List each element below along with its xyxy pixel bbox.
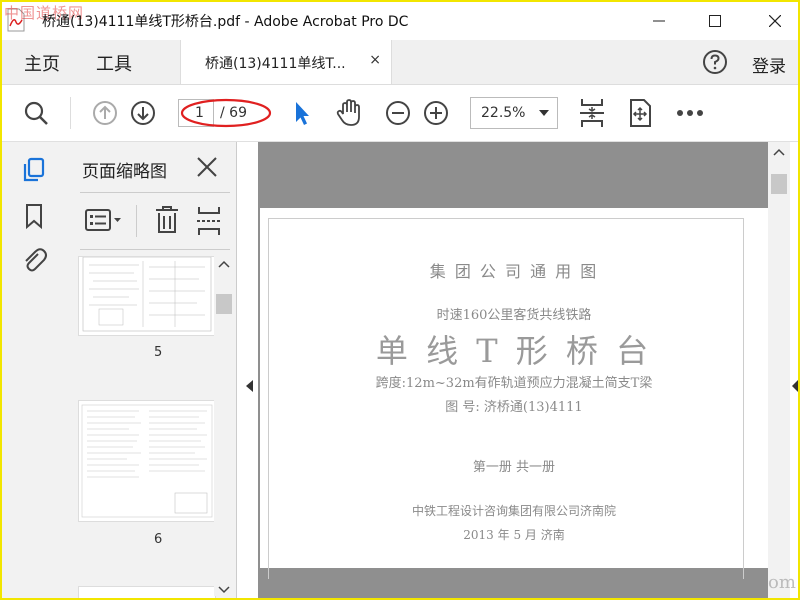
page-thumbnail[interactable] [78, 400, 216, 522]
full-screen-icon [630, 99, 651, 127]
chevron-down-icon [539, 110, 549, 116]
app-window: 中国道桥网 桥通(13)4111单线T形桥台.pdf - Adobe Acrob… [0, 0, 800, 600]
previous-page-button[interactable] [89, 97, 121, 129]
page-down-icon [131, 101, 155, 125]
close-icon [769, 15, 781, 27]
options-icon[interactable] [84, 207, 124, 235]
zoom-out-icon [386, 101, 410, 125]
help-icon[interactable] [702, 49, 728, 75]
thumbnail-page-number: 6 [154, 532, 163, 547]
thumbnail-page-number: 5 [154, 345, 163, 360]
toolbar-separator [70, 97, 71, 129]
extract-icon[interactable] [196, 205, 222, 237]
zoom-select[interactable]: 22.5% [470, 97, 558, 129]
document-scrollbar[interactable] [768, 142, 790, 598]
more-tools-button[interactable] [674, 97, 706, 129]
doc-span-text: 跨度:12m~32m有砟轨道预应力混凝土简支T梁 [375, 376, 653, 391]
doc-drawing-number: 图 号: 济桥通(13)4111 [445, 400, 583, 415]
scrollbar-thumb[interactable] [771, 174, 787, 194]
maximize-icon [709, 15, 721, 27]
thumbnails-scrollbar[interactable] [214, 256, 234, 596]
collapse-panel-icon[interactable] [246, 380, 253, 392]
zoom-in-icon [424, 101, 448, 125]
page-up-icon [93, 101, 117, 125]
login-link[interactable]: 登录 [752, 52, 786, 77]
close-window-button[interactable] [752, 2, 798, 40]
window-title: 桥通(13)4111单线T形桥台.pdf - Adobe Acrobat Pro… [42, 14, 409, 30]
zoom-in-button[interactable] [420, 97, 452, 129]
home-tab[interactable]: 主页 [24, 50, 60, 76]
thumbnails-panel: 页面缩略图 5 6 [64, 142, 237, 598]
title-bar: 中国道桥网 桥通(13)4111单线T形桥台.pdf - Adobe Acrob… [2, 2, 798, 40]
watermark-text: om [768, 572, 796, 593]
bookmark-icon[interactable] [20, 202, 48, 230]
search-button[interactable] [20, 97, 52, 129]
close-icon[interactable] [194, 154, 220, 180]
expand-right-panel-icon[interactable] [792, 380, 798, 392]
maximize-button[interactable] [692, 2, 738, 40]
thumbnail-preview [81, 404, 213, 518]
delete-icon[interactable] [154, 205, 180, 235]
attachment-icon[interactable] [20, 246, 48, 274]
doc-title: 单 线 T 形 桥 台 [375, 332, 653, 370]
zoom-value: 22.5% [481, 105, 526, 121]
thumbnails-icon[interactable] [20, 156, 48, 184]
full-screen-button[interactable] [624, 97, 656, 129]
more-icon [677, 110, 703, 116]
page-thumbnail[interactable] [78, 256, 216, 336]
document-tab-label: 桥通(13)4111单线T... [205, 56, 346, 72]
navigation-rail [2, 142, 65, 598]
select-cursor-icon [296, 102, 309, 125]
doc-date: 2013 年 5 月 济南 [463, 528, 565, 542]
minimize-icon [653, 20, 665, 22]
red-annotation-ellipse [180, 98, 272, 128]
scroll-up-icon[interactable] [773, 148, 785, 156]
minimize-button[interactable] [636, 2, 682, 40]
zoom-out-button[interactable] [382, 97, 414, 129]
fit-page-icon [580, 99, 604, 127]
document-view[interactable]: 集 团 公 司 通 用 图 时速160公里客货共线铁路 单 线 T 形 桥 台 … [258, 142, 768, 598]
fit-page-button[interactable] [576, 97, 608, 129]
select-tool-button[interactable] [285, 97, 317, 129]
doc-organization: 中铁工程设计咨询集团有限公司济南院 [411, 504, 616, 518]
thumbnails-toolbar [80, 192, 230, 250]
hand-tool-icon [336, 99, 360, 126]
thumbnail-preview [82, 257, 212, 332]
page-thumbnail[interactable] [78, 586, 216, 598]
scrollbar-thumb[interactable] [216, 294, 232, 314]
close-tab-button[interactable]: × [369, 52, 381, 68]
pdf-page: 集 团 公 司 通 用 图 时速160公里客货共线铁路 单 线 T 形 桥 台 … [260, 208, 768, 579]
hand-tool-button[interactable] [333, 97, 365, 129]
doc-volume: 第一册 共一册 [472, 460, 556, 475]
panel-title: 页面缩略图 [82, 162, 167, 182]
next-page-button[interactable] [127, 97, 159, 129]
toolbar: 1 / 69 22.5% [2, 85, 798, 142]
scroll-up-icon[interactable] [218, 260, 230, 268]
menu-bar: 主页 工具 桥通(13)4111单线T... × 登录 [2, 40, 798, 85]
doc-subtitle: 时速160公里客货共线铁路 [436, 308, 592, 323]
tools-tab[interactable]: 工具 [96, 50, 132, 76]
document-tab[interactable]: 桥通(13)4111单线T... × [180, 40, 392, 84]
scroll-down-icon[interactable] [218, 586, 230, 594]
search-icon [24, 101, 48, 125]
toolbar-separator [136, 205, 137, 237]
doc-heading: 集 团 公 司 通 用 图 [429, 262, 599, 281]
